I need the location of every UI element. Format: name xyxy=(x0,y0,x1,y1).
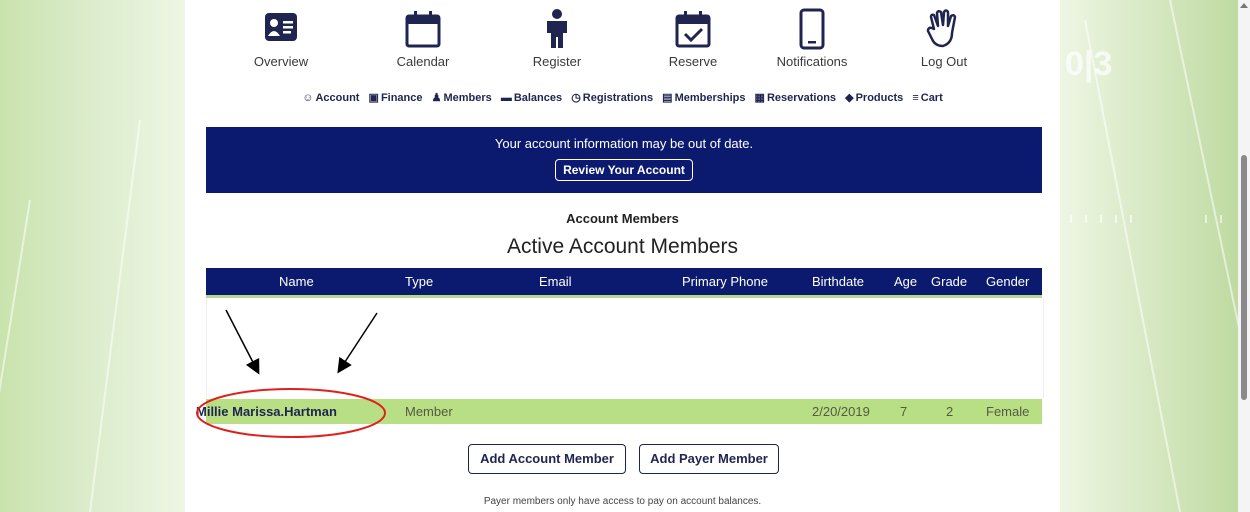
top-navigation: Overview Calendar Register Reserve Notif… xyxy=(185,0,1060,75)
add-payer-member-button[interactable]: Add Payer Member xyxy=(639,444,779,474)
cart-icon: ≡ xyxy=(912,92,919,104)
add-account-member-button[interactable]: Add Account Member xyxy=(468,444,626,474)
submenu-members[interactable]: ♟ Members xyxy=(432,91,492,104)
nav-label: Notifications xyxy=(776,54,848,69)
member-birthdate: 2/20/2019 xyxy=(812,404,870,419)
col-name: Name xyxy=(279,274,314,289)
field-number: 0|3 xyxy=(1065,45,1112,83)
user-circle-icon: ☺ xyxy=(302,92,314,104)
membership-card-icon: ▤ xyxy=(662,92,673,104)
main-content: Overview Calendar Register Reserve Notif… xyxy=(185,0,1060,512)
nav-logout[interactable]: Log Out xyxy=(889,8,999,69)
submenu-account[interactable]: ☺ Account xyxy=(302,92,359,104)
submenu-reservations[interactable]: ▦ Reservations xyxy=(755,91,837,104)
table-body-blank xyxy=(206,298,1044,398)
calendar-check-icon xyxy=(675,11,711,48)
calendar-icon xyxy=(405,11,441,48)
scrollbar-thumb[interactable] xyxy=(1241,155,1247,400)
scroll-up-icon[interactable] xyxy=(1240,3,1248,8)
submenu-balances[interactable]: ▬ Balances xyxy=(501,92,562,104)
nav-register[interactable]: Register xyxy=(502,8,612,69)
users-icon: ♟ xyxy=(431,92,442,104)
hand-wave-icon xyxy=(926,9,957,48)
tag-icon: ◆ xyxy=(845,92,854,104)
clock-icon: ◷ xyxy=(571,92,581,104)
submenu-cart[interactable]: ≡ Cart xyxy=(912,92,942,104)
balance-icon: ▬ xyxy=(500,92,512,104)
col-grade: Grade xyxy=(931,274,968,289)
nav-label: Overview xyxy=(253,54,309,69)
col-primary-phone: Primary Phone xyxy=(682,274,768,289)
col-birthdate: Birthdate xyxy=(812,274,865,289)
member-grade: 2 xyxy=(946,404,954,419)
scrollbar[interactable] xyxy=(1238,0,1250,512)
nav-label: Register xyxy=(532,54,582,69)
submenu-finance[interactable]: ▣ Finance xyxy=(369,91,423,104)
out-of-date-banner: Your account information may be out of d… xyxy=(206,127,1042,193)
payer-note: Payer members only have access to pay on… xyxy=(483,496,762,507)
account-submenu: ☺ Account ▣ Finance ♟ Members ▬ Balances ◷ Re… xyxy=(185,91,1060,104)
member-name-link[interactable]: Millie Marissa.Hartman xyxy=(196,404,337,419)
page-title: Active Account Members xyxy=(506,235,739,258)
nav-label: Reserve xyxy=(668,54,718,69)
table-row[interactable]: Millie Marissa.Hartman Member 2/20/2019 … xyxy=(196,399,1042,424)
calendar-small-icon: ▦ xyxy=(754,92,765,104)
nav-notifications[interactable]: Notifications xyxy=(757,8,867,69)
nav-calendar[interactable]: Calendar xyxy=(368,8,478,69)
submenu-memberships[interactable]: ▤ Memberships xyxy=(662,91,745,104)
phone-icon xyxy=(799,8,825,50)
nav-reserve[interactable]: Reserve xyxy=(638,8,748,69)
review-account-button[interactable]: Review Your Account xyxy=(555,159,693,181)
section-title: Account Members xyxy=(566,211,679,226)
submenu-registrations[interactable]: ◷ Registrations xyxy=(571,91,653,104)
members-table-header: Name Type Email Primary Phone Birthdate … xyxy=(206,268,1042,295)
submenu-products[interactable]: ◆ Products xyxy=(845,91,903,104)
col-gender: Gender xyxy=(986,274,1030,289)
person-icon xyxy=(547,9,567,48)
id-card-icon xyxy=(265,13,297,41)
banner-message: Your account information may be out of d… xyxy=(494,136,754,151)
col-age: Age xyxy=(894,274,918,289)
nav-label: Log Out xyxy=(920,54,968,69)
col-type: Type xyxy=(405,274,434,289)
nav-overview[interactable]: Overview xyxy=(226,8,336,69)
member-gender: Female xyxy=(986,404,1030,419)
col-email: Email xyxy=(539,274,572,289)
nav-label: Calendar xyxy=(396,54,450,69)
money-icon: ▣ xyxy=(368,92,379,104)
member-age: 7 xyxy=(900,404,908,419)
member-type: Member xyxy=(405,404,453,419)
